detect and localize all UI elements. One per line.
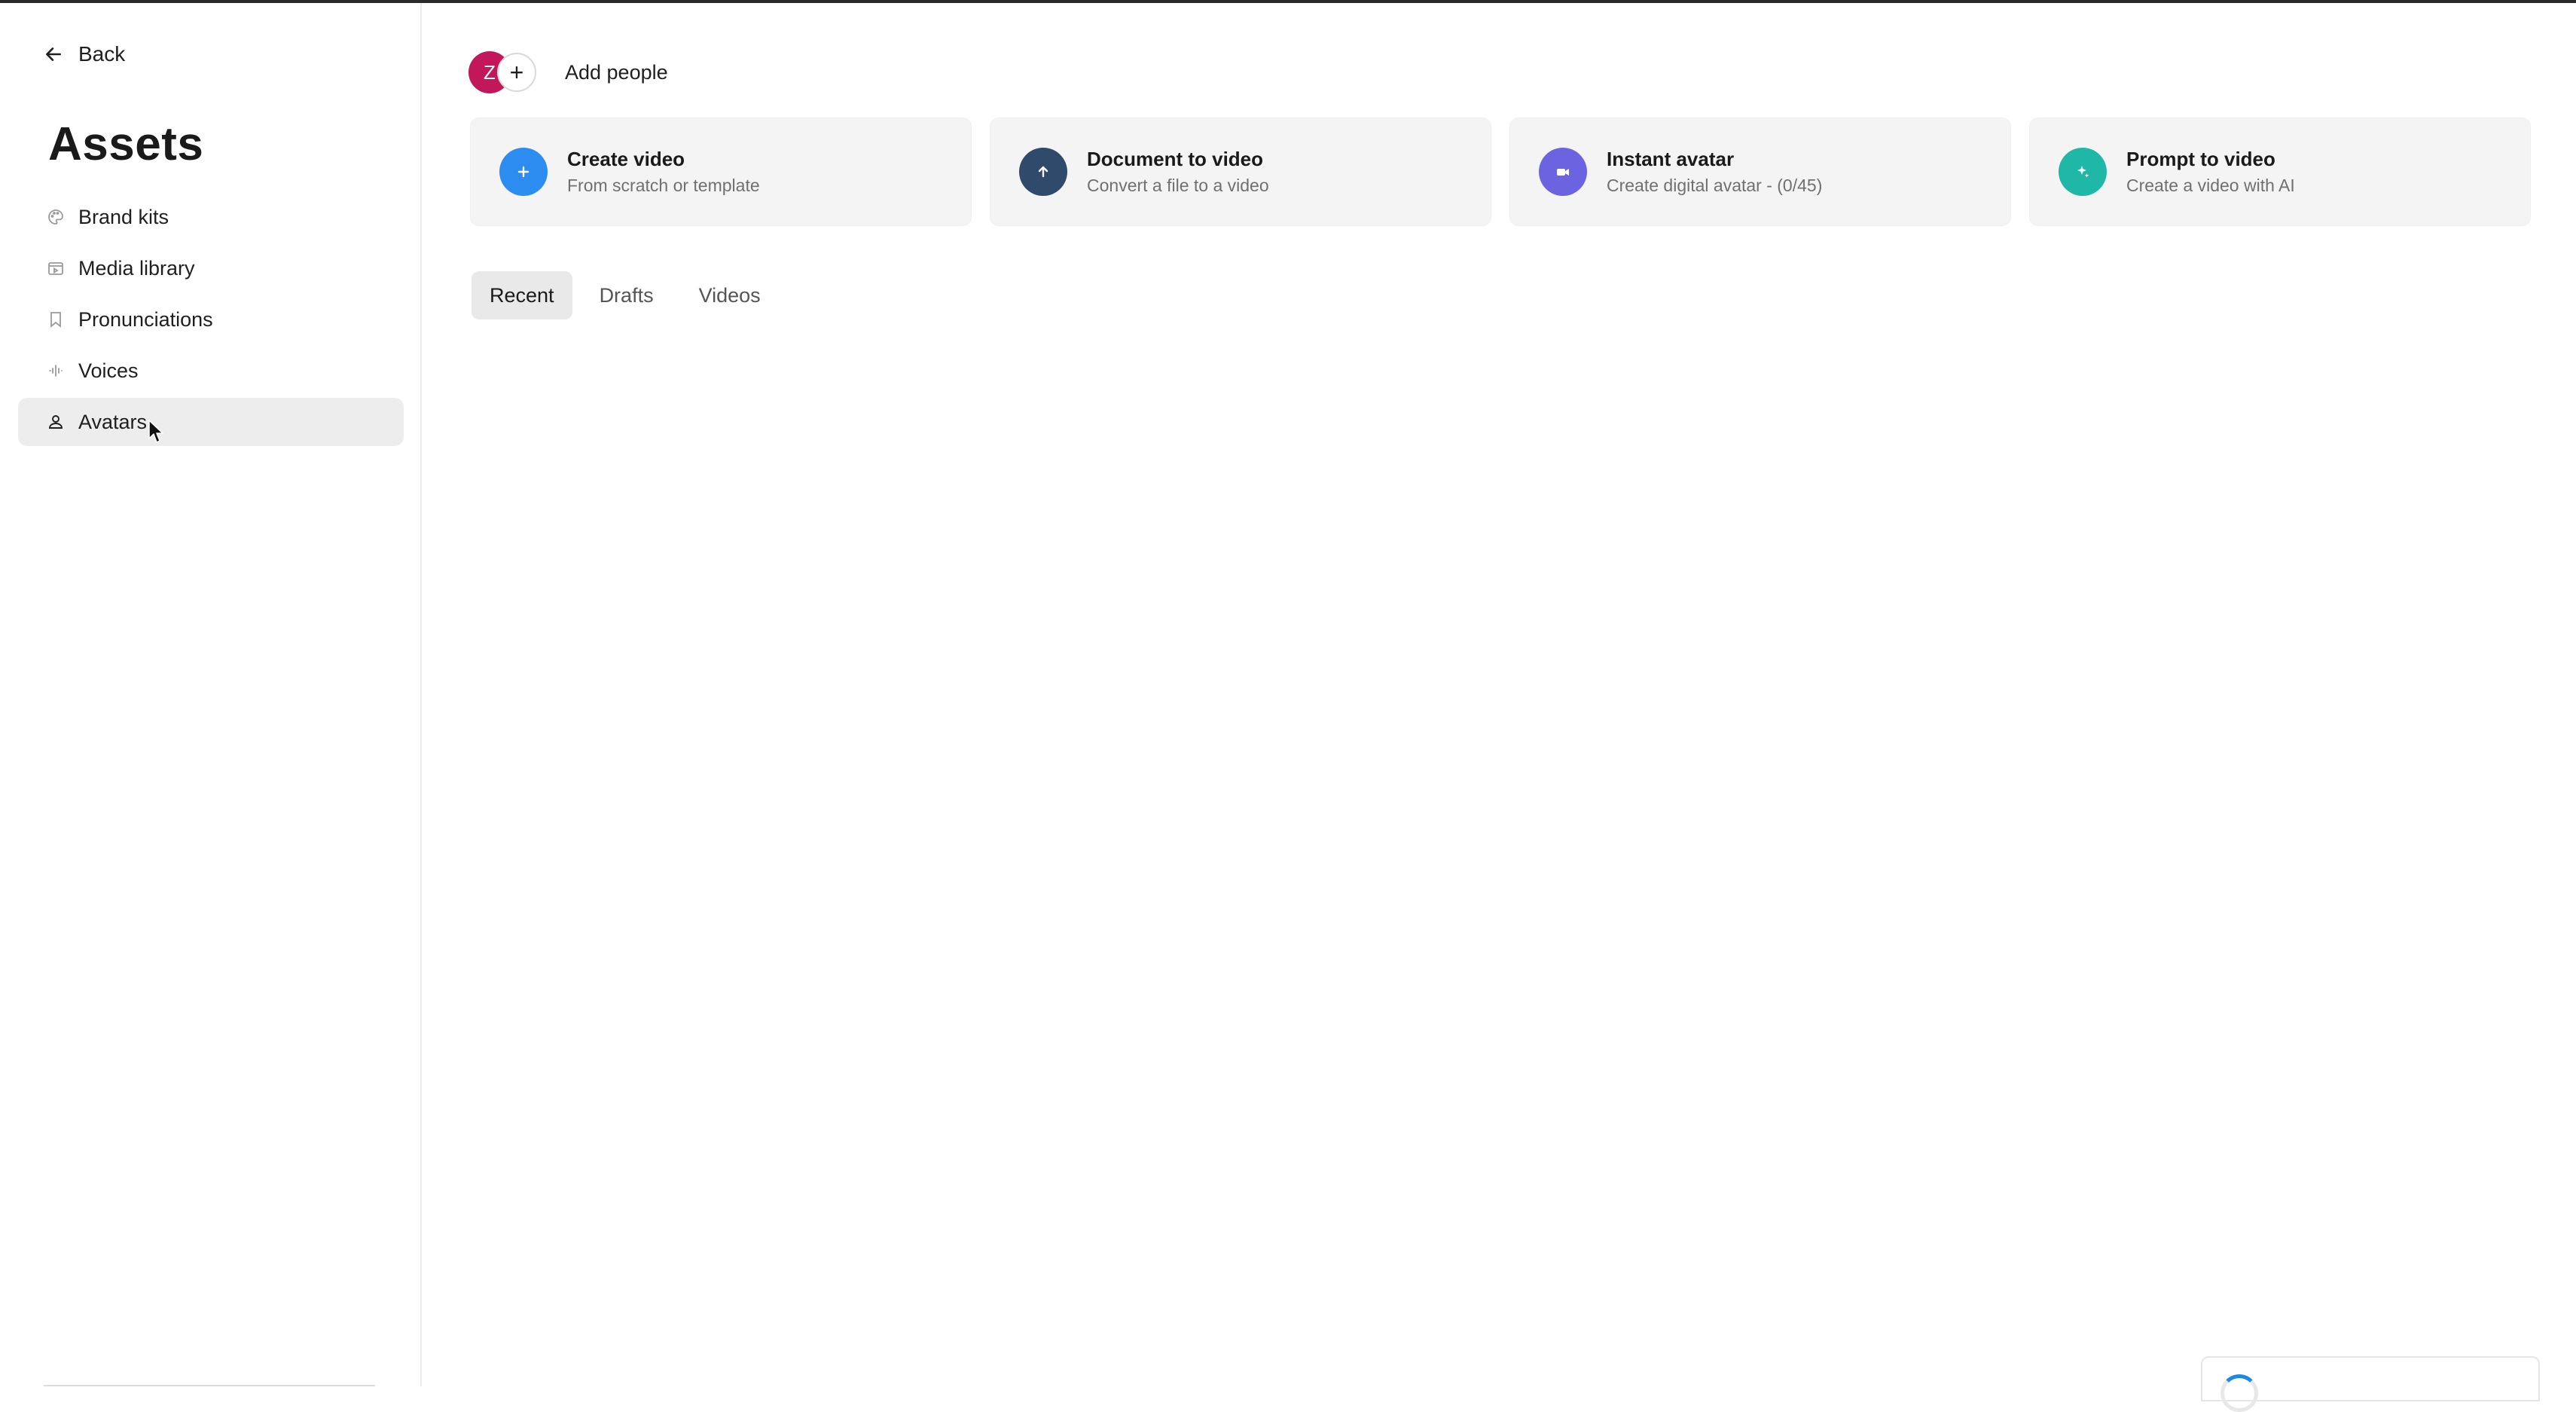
sidebar-item-avatars[interactable]: Avatars [18,398,404,446]
instant-avatar-card[interactable]: Instant avatar Create digital avatar - (… [1509,118,2011,226]
sidebar-item-pronunciations[interactable]: Pronunciations [18,295,404,344]
card-subtitle: From scratch or template [567,176,760,195]
quick-actions: Create video From scratch or template Do… [470,118,2531,226]
tab-recent[interactable]: Recent [472,271,572,319]
sidebar-item-media-library[interactable]: Media library [18,244,404,292]
waveform-icon [47,362,65,380]
person-icon [47,413,65,431]
card-title: Prompt to video [2126,148,2275,170]
add-people-link[interactable]: Add people [565,61,668,84]
sidebar-item-label: Pronunciations [78,307,213,331]
document-to-video-card[interactable]: Document to video Convert a file to a vi… [990,118,1491,226]
palette-icon [47,208,65,226]
sidebar-title: Assets [48,118,204,170]
video-camera-icon [1539,148,1587,196]
add-person-button[interactable]: + [497,53,536,92]
tab-videos[interactable]: Videos [681,271,779,319]
prompt-to-video-card[interactable]: Prompt to video Create a video with AI [2029,118,2531,226]
create-video-card[interactable]: Create video From scratch or template [470,118,972,226]
main-content: Z + Add people Create video From scratch… [423,3,2576,1386]
sidebar: Back Assets Brand kits Media library Pro… [0,3,422,1386]
card-title: Create video [567,148,685,170]
sidebar-item-brand-kits[interactable]: Brand kits [18,193,404,241]
plus-icon [499,148,548,196]
sidebar-item-label: Avatars [78,410,148,433]
people-row: Z + Add people [469,48,668,96]
media-icon [47,259,65,277]
sidebar-item-label: Media library [78,256,195,280]
card-subtitle: Create a video with AI [2126,176,2295,195]
tab-drafts[interactable]: Drafts [581,271,672,319]
sidebar-item-label: Brand kits [78,205,169,228]
sidebar-item-voices[interactable]: Voices [18,347,404,395]
mouse-cursor-icon [148,420,163,443]
arrow-up-icon [1019,148,1067,196]
sparkle-icon [2059,148,2107,196]
loading-widget [2201,1356,2540,1412]
content-tabs: Recent Drafts Videos [472,271,779,319]
card-title: Document to video [1087,148,1264,170]
card-title: Instant avatar [1607,148,1735,170]
loading-spinner-icon [2220,1374,2258,1412]
sidebar-item-label: Voices [78,359,139,382]
back-button[interactable]: Back [44,39,125,69]
back-label: Back [78,42,126,66]
card-subtitle: Convert a file to a video [1087,176,1269,195]
plus-icon: + [509,58,524,86]
arrow-left-icon [46,47,61,61]
card-subtitle: Create digital avatar - (0/45) [1607,176,1823,195]
sidebar-nav: Brand kits Media library Pronunciations [18,193,404,449]
bookmark-icon [47,310,65,329]
